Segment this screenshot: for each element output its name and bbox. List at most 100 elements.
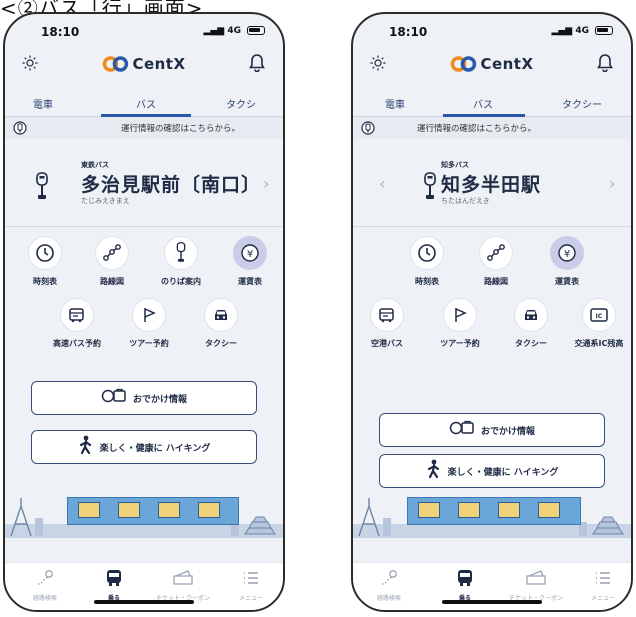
- bus-icon: [458, 570, 472, 586]
- nav-tickets-coupons[interactable]: チケット・クーポン: [153, 569, 213, 602]
- highway-bus-icon: [370, 298, 404, 332]
- status-time: 18:10: [389, 25, 428, 39]
- tab-train[interactable]: 電車: [385, 96, 405, 111]
- next-station-chevron-icon[interactable]: ›: [609, 174, 615, 193]
- svg-text:¥: ¥: [564, 249, 570, 260]
- route-map-icon: [479, 236, 513, 270]
- route-search-icon: [381, 570, 397, 585]
- transport-tabs: 電車 バス タクシー: [353, 90, 631, 117]
- nav-tickets-coupons[interactable]: チケット・クーポン: [506, 569, 566, 602]
- menu-fare-table[interactable]: ¥ 運賃表: [220, 236, 280, 287]
- menu-airport-bus[interactable]: 空港バス: [357, 298, 417, 349]
- highway-bus-icon: [60, 298, 94, 332]
- signal-indicator: ▂▄▆ 4G: [203, 26, 241, 36]
- menu-route-map[interactable]: 路線図: [466, 236, 526, 287]
- bus-company: 東鉄バス: [81, 161, 109, 169]
- ic-card-icon: IC: [582, 298, 616, 332]
- menu-timetable[interactable]: 時刻表: [397, 236, 457, 287]
- bus-stop-icon: [164, 236, 198, 270]
- tab-bus[interactable]: バス: [473, 96, 493, 111]
- outing-info-icon: [101, 388, 127, 408]
- centx-logo-mark-icon: [450, 56, 477, 72]
- battery-icon: [247, 26, 265, 35]
- tour-flag-icon: [132, 298, 166, 332]
- hiking-button[interactable]: 楽しく・健康に ハイキング: [379, 454, 605, 488]
- route-map-icon: [95, 236, 129, 270]
- menu-boarding-guide[interactable]: のりば案内: [151, 236, 211, 287]
- station-card[interactable]: 東鉄バス 多治見駅前〔南口〕 たじみえきまえ ›: [5, 150, 283, 227]
- bottom-navigation: 経路検索 乗る チケット・クーポン メニュー: [5, 562, 283, 610]
- centx-logo-mark-icon: [102, 56, 129, 72]
- bus-icon: [107, 570, 121, 586]
- outing-info-button[interactable]: おでかけ情報: [379, 413, 605, 447]
- station-name: 多治見駅前〔南口〕: [81, 174, 262, 196]
- station-name: 知多半田駅: [441, 174, 542, 196]
- signal-indicator: ▂▄▆ 4G: [551, 26, 589, 36]
- status-time: 18:10: [41, 25, 80, 39]
- taxi-icon: [514, 298, 548, 332]
- bus-stop-icon: [423, 172, 437, 206]
- battery-icon: [595, 26, 613, 35]
- tab-taxi[interactable]: タクシー: [562, 96, 602, 111]
- service-info-bar[interactable]: 運行情報の確認はこちらから。: [353, 117, 631, 139]
- notification-bell-icon[interactable]: [249, 54, 265, 76]
- info-badge-icon: [13, 120, 27, 139]
- promo-banner[interactable]: [67, 497, 239, 525]
- menu-list-icon: [244, 572, 258, 584]
- next-station-chevron-icon[interactable]: ›: [263, 174, 269, 193]
- tab-train[interactable]: 電車: [33, 96, 53, 111]
- menu-highway-bus[interactable]: 高速バス予約: [47, 298, 107, 349]
- promo-banner[interactable]: [407, 497, 581, 525]
- logo-text: CentX: [480, 55, 534, 73]
- outing-info-button[interactable]: おでかけ情報: [31, 381, 257, 415]
- status-bar: 18:10 ▂▄▆ 4G: [5, 14, 283, 46]
- nav-ride[interactable]: 乗る: [84, 569, 144, 602]
- bus-stop-icon: [35, 172, 49, 206]
- network-type: 4G: [227, 26, 241, 36]
- menu-list-icon: [596, 572, 610, 584]
- yen-icon: ¥: [233, 236, 267, 270]
- centx-logo: CentX: [450, 55, 533, 73]
- phone-screen-chitahanda: 18:10 ▂▄▆ 4G CentX 電車 バス タクシー 運行情報の確認はこち…: [351, 12, 633, 612]
- menu-taxi[interactable]: タクシー: [191, 298, 251, 349]
- home-indicator: [442, 600, 542, 604]
- nav-ride[interactable]: 乗る: [435, 569, 495, 602]
- station-reading: ちたはんだえき: [441, 197, 490, 205]
- previous-station-chevron-icon[interactable]: ‹: [379, 174, 385, 193]
- settings-gear-icon[interactable]: [369, 54, 387, 76]
- station-card[interactable]: ‹ 知多バス 知多半田駅 ちたはんだえき ›: [353, 150, 631, 227]
- nav-route-search[interactable]: 経路検索: [359, 569, 419, 602]
- menu-tour-booking[interactable]: ツアー予約: [430, 298, 490, 349]
- hiking-button[interactable]: 楽しく・健康に ハイキング: [31, 430, 257, 464]
- menu-route-map[interactable]: 路線図: [82, 236, 142, 287]
- notification-bell-icon[interactable]: [597, 54, 613, 76]
- station-reading: たじみえきまえ: [81, 197, 130, 205]
- menu-timetable[interactable]: 時刻表: [15, 236, 75, 287]
- nav-route-search[interactable]: 経路検索: [15, 569, 75, 602]
- menu-fare-table[interactable]: ¥ 運賃表: [537, 236, 597, 287]
- app-header: CentX: [5, 52, 283, 80]
- clock-icon: [28, 236, 62, 270]
- menu-tour-booking[interactable]: ツアー予約: [119, 298, 179, 349]
- bus-company: 知多バス: [441, 161, 469, 169]
- taxi-icon: [204, 298, 238, 332]
- app-header: CentX: [353, 52, 631, 80]
- ticket-icon: [173, 570, 193, 585]
- ticket-icon: [526, 570, 546, 585]
- outing-info-icon: [449, 420, 475, 440]
- nav-menu[interactable]: メニュー: [221, 569, 281, 602]
- clock-icon: [410, 236, 444, 270]
- settings-gear-icon[interactable]: [21, 54, 39, 76]
- tour-flag-icon: [443, 298, 477, 332]
- nav-menu[interactable]: メニュー: [573, 569, 631, 602]
- menu-ic-balance[interactable]: IC 交通系IC残高: [569, 298, 629, 349]
- phone-screen-tajimi: 18:10 ▂▄▆ 4G CentX 電車 バス タクシー 運行情報の確認はこち…: [3, 12, 285, 612]
- yen-icon: ¥: [550, 236, 584, 270]
- menu-taxi[interactable]: タクシー: [501, 298, 561, 349]
- route-search-icon: [37, 570, 53, 585]
- network-type: 4G: [575, 26, 589, 36]
- service-info-bar[interactable]: 運行情報の確認はこちらから。: [5, 117, 283, 139]
- tab-bus[interactable]: バス: [136, 96, 156, 111]
- info-badge-icon: [361, 120, 375, 139]
- service-info-text: 運行情報の確認はこちらから。: [417, 124, 537, 134]
